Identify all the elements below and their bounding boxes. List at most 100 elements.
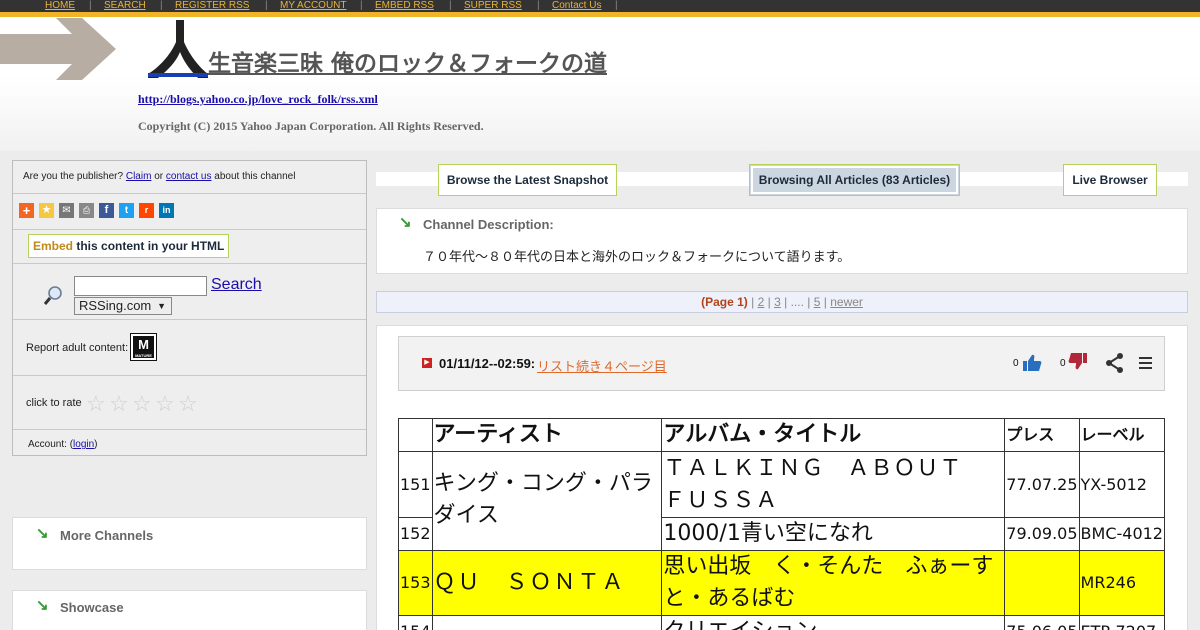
channel-copyright: Copyright (C) 2015 Yahoo Japan Corporati…	[138, 119, 484, 133]
album-table: アーティスト アルバム・タイトル プレス レーベル 151 キング・コング・パラ…	[398, 418, 1165, 630]
table-header-cell: アルバム・タイトル	[661, 418, 1006, 452]
album-cell: クリエイション	[661, 615, 1006, 630]
press-cell: 75.06.05	[1004, 615, 1080, 630]
search-scope-value: RSSing.com	[79, 298, 152, 313]
star-icon[interactable]: ★	[39, 203, 54, 218]
row-number: 153	[398, 550, 433, 616]
search-scope-select[interactable]: RSSing.com ▼	[74, 297, 172, 315]
report-adult-label: Report adult content:	[26, 342, 129, 354]
nav-separator: |	[265, 0, 268, 11]
row-number: 151	[398, 451, 433, 518]
search-icon	[43, 284, 65, 306]
nav-my-account[interactable]: MY ACCOUNT	[280, 0, 347, 12]
nav-search[interactable]: SEARCH	[104, 0, 146, 12]
print-icon[interactable]: ⎙	[79, 203, 94, 218]
pagination-separator: |	[767, 295, 771, 309]
nav-register-rss[interactable]: REGISTER RSS	[175, 0, 249, 12]
album-cell: 1000/1青い空になれ	[661, 517, 1006, 551]
table-header-cell: プレス	[1004, 418, 1080, 452]
channel-logo-icon	[148, 20, 208, 78]
article-title-link[interactable]: リスト続き４ページ目	[537, 356, 667, 375]
reddit-icon[interactable]: r	[139, 203, 154, 218]
artist-cell: ＱＵ ＳＯＮＴＡ	[431, 550, 663, 616]
embed-content-button[interactable]: Embed this content in your HTML	[28, 234, 230, 258]
thumbs-up-icon[interactable]	[1022, 353, 1042, 373]
newer-link[interactable]: newer	[830, 295, 863, 309]
table-header-row: アーティスト アルバム・タイトル プレス レーベル	[398, 418, 1165, 452]
article-date: 01/11/12--02:59:	[439, 356, 536, 371]
embed-rest: this content in your HTML	[76, 239, 225, 253]
press-cell: 79.09.05	[1004, 517, 1080, 551]
nav-embed-rss[interactable]: EMBED RSS	[375, 0, 434, 12]
menu-icon[interactable]	[1139, 356, 1153, 370]
table-row: 154 クリエイション 75.06.05 ETP-7207	[398, 615, 1165, 630]
page-link-3[interactable]: 3	[774, 295, 781, 309]
embed-word: Embed	[33, 239, 74, 253]
page-link-2[interactable]: 2	[758, 295, 765, 309]
page-ellipsis: ....	[790, 295, 804, 309]
claim-link[interactable]: Claim	[126, 171, 152, 182]
rating-star-icon[interactable]: ☆	[178, 393, 198, 415]
mature-rating-badge[interactable]: M MATURE	[130, 333, 157, 361]
nav-separator: |	[360, 0, 363, 11]
table-header-cell	[398, 418, 433, 452]
tab-live-browser[interactable]: Live Browser	[1063, 164, 1157, 196]
dislike-count: 0	[1060, 358, 1066, 369]
album-cell: ＴＡＬＫＩＮＧ ＡＢＯＵＴ ＦＵＳＳＡ	[661, 451, 1006, 518]
nav-separator: |	[160, 0, 163, 11]
pagination-separator: |	[823, 295, 827, 309]
linkedin-icon[interactable]: in	[159, 203, 174, 218]
arrow-down-right-icon: ↘	[399, 214, 412, 231]
rating-star-icon[interactable]: ☆	[109, 393, 129, 415]
table-row: 153 ＱＵ ＳＯＮＴＡ 思い出坂 く・そんた ふぁーすと・あるばむ MR246	[398, 550, 1165, 616]
publisher-suffix: about this channel	[214, 171, 296, 182]
arrow-logo-icon	[0, 18, 116, 80]
login-link[interactable]: login	[73, 439, 94, 450]
page-link-5[interactable]: 5	[814, 295, 821, 309]
plus-icon[interactable]: +	[19, 203, 34, 218]
album-table-clip: アーティスト アルバム・タイトル プレス レーベル 151 キング・コング・パラ…	[398, 418, 1165, 630]
arrow-down-right-icon: ↘	[36, 525, 49, 542]
press-cell: 77.07.25	[1004, 451, 1080, 518]
nav-separator: |	[89, 0, 92, 11]
table-header-cell: アーティスト	[431, 418, 663, 452]
nav-separator: |	[449, 0, 452, 11]
nav-contact-us[interactable]: Contact Us	[552, 0, 601, 12]
thumbs-down-icon[interactable]	[1068, 352, 1088, 372]
email-icon[interactable]: ✉	[59, 203, 74, 218]
channel-description-text: ７０年代～８０年代の日本と海外のロック＆フォークについて語ります。	[423, 250, 851, 265]
current-page: (Page 1)	[701, 295, 748, 309]
album-cell: 思い出坂 く・そんた ふぁーすと・あるばむ	[661, 550, 1006, 616]
arrow-down-right-icon: ↘	[36, 597, 49, 614]
account-line: Account: (login)	[28, 439, 98, 450]
search-button[interactable]: Search	[211, 276, 262, 294]
top-nav-bar: HOME | SEARCH | REGISTER RSS | MY ACCOUN…	[0, 0, 1200, 17]
search-input[interactable]	[74, 276, 207, 296]
or-text: or	[154, 171, 164, 182]
label-cell: MR246	[1078, 550, 1165, 616]
pagination: (Page 1) | 2 | 3 | .... | 5 | newer	[376, 295, 1188, 309]
table-header-cell: レーベル	[1078, 418, 1165, 452]
rating-star-icon[interactable]: ☆	[132, 393, 152, 415]
channel-title-link[interactable]: 生音楽三昧 俺のロック＆フォークの道	[208, 44, 607, 78]
nav-home[interactable]: HOME	[45, 0, 75, 12]
tab-latest-snapshot[interactable]: Browse the Latest Snapshot	[438, 164, 617, 196]
tab-all-articles[interactable]: Browsing All Articles (83 Articles)	[749, 164, 960, 196]
contact-us-link[interactable]: contact us	[166, 171, 212, 182]
row-number: 154	[398, 615, 433, 630]
share-icon[interactable]	[1105, 353, 1125, 373]
label-cell: ETP-7207	[1078, 615, 1165, 630]
more-channels-heading: More Channels	[60, 528, 154, 543]
twitter-icon[interactable]: t	[119, 203, 134, 218]
rating-star-icon[interactable]: ☆	[155, 393, 175, 415]
rating-star-icon[interactable]: ☆	[86, 393, 106, 415]
chevron-down-icon: ▼	[157, 301, 166, 311]
label-cell: BMC-4012	[1078, 517, 1165, 551]
facebook-icon[interactable]: f	[99, 203, 114, 218]
more-channels-box	[12, 517, 367, 570]
pagination-separator: |	[784, 295, 788, 309]
account-suffix: )	[94, 439, 98, 450]
click-to-rate-label: click to rate	[26, 397, 82, 409]
nav-super-rss[interactable]: SUPER RSS	[464, 0, 522, 12]
channel-rss-url[interactable]: http://blogs.yahoo.co.jp/love_rock_folk/…	[138, 92, 378, 107]
